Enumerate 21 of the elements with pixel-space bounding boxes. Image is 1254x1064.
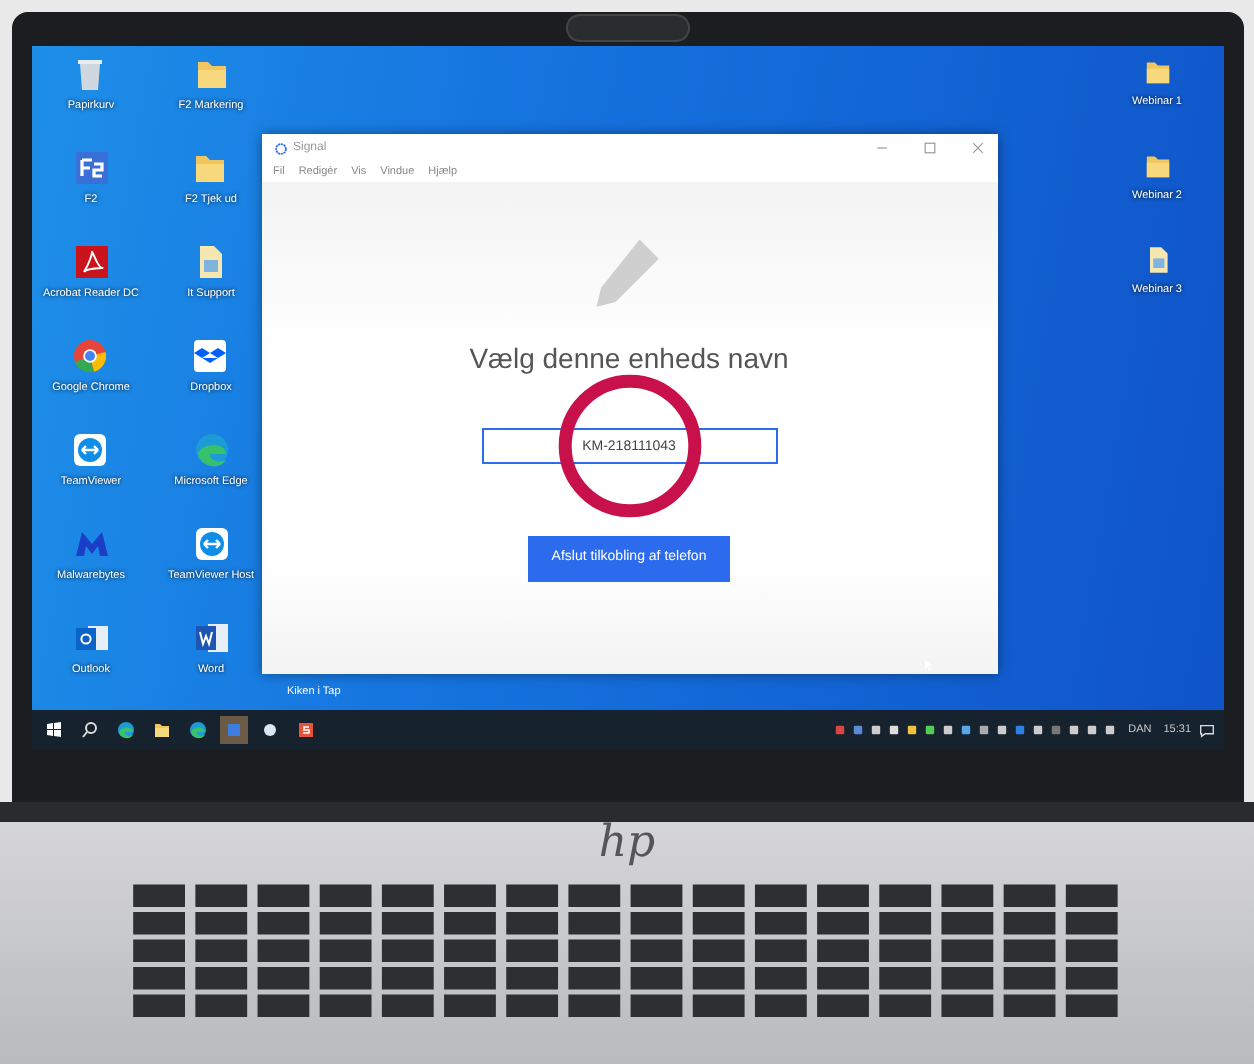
webcam xyxy=(565,14,689,42)
browser-icon[interactable] xyxy=(70,336,111,376)
box-icon[interactable] xyxy=(190,336,231,376)
search-icon xyxy=(79,720,99,740)
folder-icon xyxy=(151,720,171,740)
cursor-icon xyxy=(921,656,935,674)
brand-logo: hp xyxy=(598,822,656,866)
notification-icon[interactable] xyxy=(1197,721,1215,739)
app-icon[interactable] xyxy=(71,148,111,188)
highlight-circle xyxy=(557,374,701,518)
app-icon xyxy=(295,720,315,740)
close-icon[interactable] xyxy=(969,140,985,156)
remote-icon[interactable] xyxy=(191,524,231,564)
heading: Vælg denne enheds navn xyxy=(469,340,789,378)
remote-icon[interactable] xyxy=(70,430,111,470)
start-icon xyxy=(43,720,63,740)
app-logo-icon xyxy=(273,141,287,155)
word-icon[interactable] xyxy=(191,618,231,658)
browser-icon xyxy=(115,720,135,740)
pdf-icon[interactable] xyxy=(71,242,111,282)
browser-icon xyxy=(187,720,207,740)
